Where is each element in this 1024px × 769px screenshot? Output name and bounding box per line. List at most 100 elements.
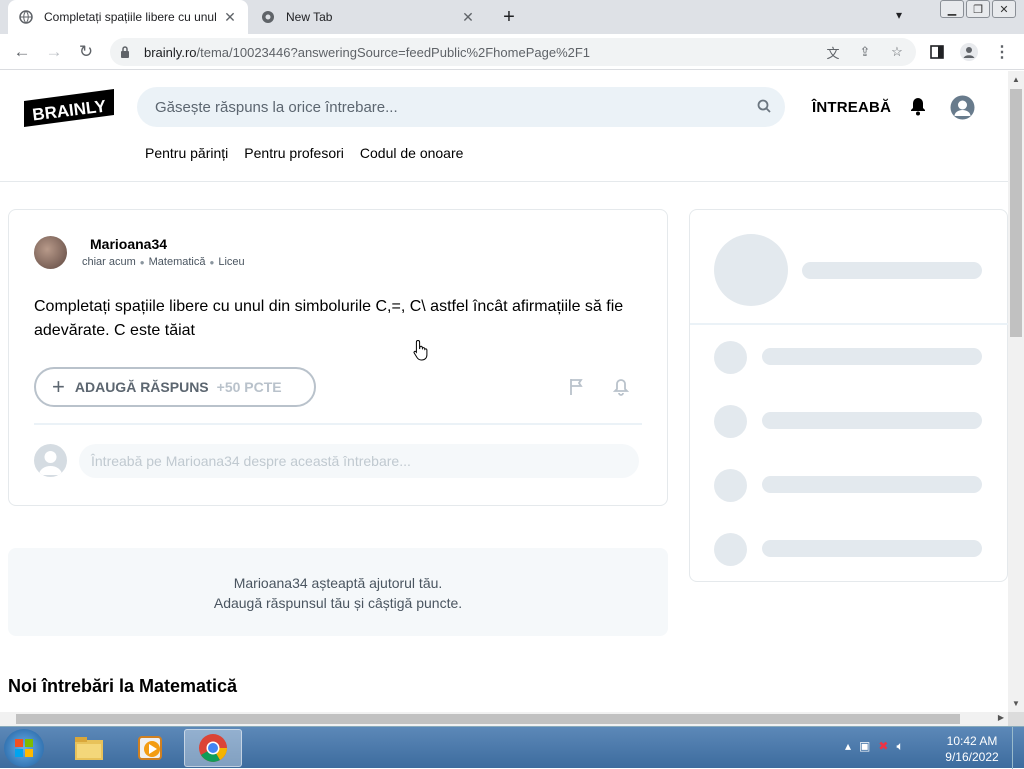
browser-toolbar: ← → ↻ brainly.ro/tema/10023446?answering…	[0, 34, 1024, 70]
separator-dot: ●	[209, 257, 215, 267]
minimize-button[interactable]: ▁	[940, 0, 964, 18]
nav-teachers-link[interactable]: Pentru profesori	[244, 145, 344, 161]
file-explorer-taskbar-button[interactable]	[60, 729, 118, 767]
question-time: chiar acum	[82, 256, 136, 268]
horizontal-scrollbar[interactable]: ▶	[0, 712, 1008, 726]
restore-button[interactable]: ❐	[966, 0, 990, 18]
question-author[interactable]: Marioana34	[90, 236, 167, 252]
tab-title: New Tab	[286, 10, 333, 24]
tab-bar: Completați spațiile libere cu unul ✕ New…	[0, 0, 1024, 34]
points-label: +50 PCTE	[216, 379, 282, 395]
lock-icon	[120, 45, 134, 59]
taskbar-clock[interactable]: 10:42 AM 9/16/2022	[940, 733, 1004, 765]
horizontal-scroll-thumb[interactable]	[16, 714, 960, 724]
more-menu-icon[interactable]: ⋮	[992, 42, 1012, 62]
flag-icon[interactable]	[569, 378, 587, 396]
clock-date: 9/16/2022	[945, 750, 999, 764]
new-tab-button[interactable]: +	[498, 6, 520, 28]
hand-cursor-icon	[412, 339, 430, 361]
tab-brainly[interactable]: Completați spațiile libere cu unul ✕	[8, 0, 248, 34]
comment-input[interactable]: Întreabă pe Marioana34 despre această în…	[79, 444, 639, 478]
follow-bell-icon[interactable]	[612, 378, 631, 396]
search-icon[interactable]	[757, 99, 773, 115]
skeleton-dot	[714, 533, 747, 566]
search-placeholder: Găsește răspuns la orice întrebare...	[155, 98, 398, 116]
close-window-button[interactable]: ✕	[992, 0, 1016, 18]
chevron-down-icon[interactable]: ▾	[896, 8, 902, 22]
url-path: /tema/10023446?answeringSource=feedPubli…	[196, 44, 591, 60]
help-line-1: Marioana34 așteaptă ajutorul tău.	[233, 575, 443, 591]
question-card: Marioana34 chiar acum ● Matematică ● Lic…	[8, 209, 668, 506]
clock-time: 10:42 AM	[946, 734, 998, 748]
side-panel-icon[interactable]	[927, 42, 947, 62]
system-tray: ▴ ▣ ✖ 🔈︎	[845, 739, 904, 754]
nav-parents-link[interactable]: Pentru părinți	[145, 145, 228, 161]
commenter-avatar	[34, 444, 67, 477]
plus-icon: +	[52, 374, 65, 399]
skeleton-line	[762, 348, 982, 365]
add-answer-button[interactable]: + ADAUGĂ RĂSPUNS +50 PCTE	[34, 367, 316, 407]
close-tab-icon[interactable]: ✕	[222, 9, 238, 25]
header-divider	[0, 181, 1008, 182]
start-button[interactable]	[4, 729, 44, 767]
notifications-bell-icon[interactable]	[908, 96, 930, 118]
comment-placeholder: Întreabă pe Marioana34 despre această în…	[91, 453, 411, 469]
network-icon[interactable]: ▣	[859, 739, 870, 754]
tab-title: Completați spațiile libere cu unul	[44, 10, 217, 24]
separator-dot: ●	[139, 257, 145, 267]
windows-taskbar: ▴ ▣ ✖ 🔈︎ 10:42 AM 9/16/2022	[0, 726, 1024, 769]
media-player-taskbar-button[interactable]	[122, 729, 180, 767]
address-bar[interactable]: brainly.ro/tema/10023446?answeringSource…	[110, 38, 916, 66]
url-host: brainly.ro	[144, 44, 197, 60]
skeleton-line	[802, 262, 982, 279]
chrome-taskbar-button[interactable]	[184, 729, 242, 767]
scroll-down-arrow-icon[interactable]: ▼	[1012, 699, 1020, 708]
globe-icon	[18, 9, 34, 25]
question-text: Completați spațiile libere cu unul din s…	[34, 298, 624, 339]
question-meta: chiar acum ● Matematică ● Liceu	[82, 256, 245, 268]
brainly-page: BRAINLY Găsește răspuns la orice întreba…	[0, 71, 1008, 712]
reload-button[interactable]: ↻	[74, 40, 98, 64]
skeleton-avatar	[714, 234, 788, 306]
skeleton-line	[762, 476, 982, 493]
help-banner: Marioana34 așteaptă ajutorul tău. Adaugă…	[8, 548, 668, 636]
skeleton-dot	[714, 469, 747, 502]
action-center-icon[interactable]: ✖	[878, 739, 888, 754]
sidebar-skeleton	[689, 209, 1008, 582]
chevron-up-icon[interactable]: ▴	[845, 739, 851, 754]
question-subject[interactable]: Matematică	[149, 256, 206, 268]
forward-button[interactable]: →	[42, 40, 66, 64]
question-divider	[34, 423, 642, 425]
skeleton-line	[762, 412, 982, 429]
search-input[interactable]: Găsește răspuns la orice întrebare...	[137, 87, 785, 127]
show-desktop-button[interactable]	[1012, 727, 1024, 769]
user-avatar-icon[interactable]	[950, 95, 975, 120]
scrollbar-corner	[1008, 712, 1024, 726]
scroll-up-arrow-icon[interactable]: ▲	[1012, 75, 1020, 84]
share-icon[interactable]: ⇪	[856, 43, 874, 61]
volume-icon[interactable]: 🔈︎	[896, 739, 903, 754]
vertical-scrollbar[interactable]: ▲ ▼	[1008, 71, 1024, 712]
translate-icon[interactable]: 文	[824, 43, 842, 61]
skeleton-divider	[690, 323, 1008, 325]
question-level: Liceu	[218, 256, 245, 268]
add-answer-label: ADAUGĂ RĂSPUNS	[74, 379, 209, 395]
skeleton-line	[762, 540, 982, 557]
skeleton-dot	[714, 341, 747, 374]
chrome-icon	[260, 9, 276, 25]
avatar[interactable]	[34, 236, 67, 269]
back-button[interactable]: ←	[10, 40, 34, 64]
nav-honor-code-link[interactable]: Codul de onoare	[360, 145, 464, 161]
profile-icon[interactable]	[959, 42, 979, 62]
vertical-scroll-thumb[interactable]	[1010, 89, 1022, 337]
help-line-2: Adaugă răspunsul tău și câștigă puncte.	[213, 595, 463, 611]
scroll-right-arrow-icon[interactable]: ▶	[998, 713, 1004, 722]
close-tab-icon[interactable]: ✕	[460, 9, 476, 25]
section-title: Noi întrebări la Matematică	[8, 676, 238, 696]
brainly-logo[interactable]: BRAINLY	[24, 89, 114, 127]
ask-question-button[interactable]: ÎNTREABĂ	[812, 99, 891, 116]
tab-new-tab[interactable]: New Tab ✕	[250, 0, 486, 34]
bookmark-star-icon[interactable]: ☆	[888, 43, 906, 61]
window-controls: ▁ ❐ ✕	[940, 0, 1016, 18]
skeleton-dot	[714, 405, 747, 438]
